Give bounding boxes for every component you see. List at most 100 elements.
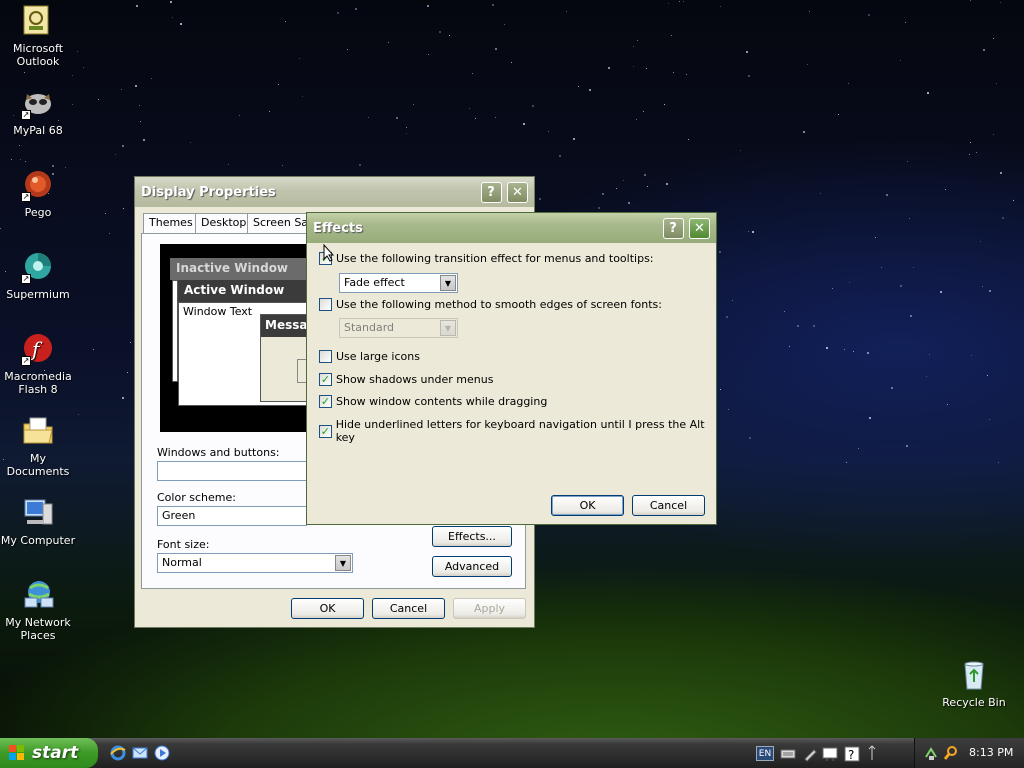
star xyxy=(633,46,634,47)
star xyxy=(849,282,850,283)
close-button[interactable]: ✕ xyxy=(507,181,528,203)
star xyxy=(123,208,124,209)
chevron-down-icon[interactable]: ▼ xyxy=(335,555,351,571)
clock[interactable]: 8:13 PM xyxy=(969,746,1013,759)
star xyxy=(109,233,110,234)
checkbox-label: Show window contents while dragging xyxy=(336,395,548,408)
star xyxy=(469,108,470,109)
star xyxy=(548,131,549,132)
star xyxy=(616,188,617,189)
help-button[interactable]: ? xyxy=(480,181,502,203)
transition-effect-dropdown[interactable]: Fade effect ▼ xyxy=(339,273,458,293)
star xyxy=(269,111,270,112)
star xyxy=(647,186,648,187)
desktop-icon-recycle-bin[interactable]: Recycle Bin xyxy=(936,658,1012,709)
star xyxy=(406,133,407,134)
star xyxy=(940,291,942,293)
desktop-icon-outlook[interactable]: Microsoft Outlook xyxy=(0,4,76,68)
effects-dialog: Effects ? ✕ ✓ Use the following transiti… xyxy=(306,212,717,525)
desktop-icon-pego[interactable]: ↗ Pego xyxy=(0,168,76,219)
star xyxy=(853,351,854,352)
star xyxy=(566,11,567,12)
large-icons-checkbox[interactable]: Use large icons xyxy=(319,350,420,363)
checkbox-box[interactable] xyxy=(319,298,332,311)
star xyxy=(20,159,21,160)
star xyxy=(83,67,84,68)
smooth-method-value: Standard xyxy=(344,321,395,334)
effects-titlebar[interactable]: Effects ? ✕ xyxy=(307,213,716,243)
recycle-bin-icon xyxy=(957,658,991,692)
star xyxy=(0,228,1,229)
media-player-icon[interactable] xyxy=(154,745,170,761)
display-properties-titlebar[interactable]: Display Properties ? ✕ xyxy=(135,177,534,207)
star xyxy=(906,445,908,447)
star xyxy=(170,1,172,3)
mouse-cursor-icon xyxy=(323,244,335,262)
desktop-icon-mypal[interactable]: ↗ MyPal 68 xyxy=(0,86,76,137)
hide-underlines-checkbox[interactable]: ✓ Hide underlined letters for keyboard n… xyxy=(319,418,716,444)
apply-button[interactable]: Apply xyxy=(453,598,526,619)
windows-buttons-dropdown[interactable] xyxy=(157,461,307,481)
expand-options-icon[interactable] xyxy=(866,744,878,762)
close-button[interactable]: ✕ xyxy=(689,217,710,239)
star xyxy=(726,316,728,318)
star xyxy=(987,375,988,376)
drag-contents-checkbox[interactable]: ✓ Show window contents while dragging xyxy=(319,395,547,408)
star xyxy=(643,111,644,112)
desktop-icon-network-places[interactable]: My Network Places xyxy=(0,578,76,642)
star xyxy=(439,31,441,33)
checkbox-box[interactable]: ✓ xyxy=(319,424,332,438)
chevron-down-icon[interactable]: ▼ xyxy=(440,275,456,291)
star xyxy=(970,0,971,1)
star xyxy=(947,404,948,405)
search-icon[interactable] xyxy=(943,745,959,761)
checkbox-box[interactable]: ✓ xyxy=(319,373,332,386)
tab-desktop[interactable]: Desktop xyxy=(195,213,253,233)
mypal-icon: ↗ xyxy=(21,86,55,120)
star xyxy=(909,218,910,219)
star xyxy=(105,213,106,214)
monitor-icon[interactable] xyxy=(822,746,838,762)
menu-shadows-checkbox[interactable]: ✓ Show shadows under menus xyxy=(319,373,493,386)
star xyxy=(151,78,152,79)
star xyxy=(980,241,981,242)
color-scheme-dropdown[interactable]: Green xyxy=(157,506,307,526)
help-icon[interactable]: ? xyxy=(844,746,860,762)
pen-icon[interactable] xyxy=(802,746,818,762)
star xyxy=(368,117,369,118)
checkbox-box[interactable] xyxy=(319,350,332,363)
ok-button[interactable]: OK xyxy=(291,598,364,619)
keyboard-icon[interactable] xyxy=(780,746,796,762)
effects-cancel-button[interactable]: Cancel xyxy=(632,495,705,516)
desktop-icon-flash[interactable]: f ↗ Macromedia Flash 8 xyxy=(0,332,76,396)
smooth-edges-checkbox[interactable]: Use the following method to smooth edges… xyxy=(319,298,662,311)
star xyxy=(121,89,122,90)
effects-ok-button[interactable]: OK xyxy=(551,495,624,516)
window-title: Display Properties xyxy=(141,184,276,200)
system-tray: 8:13 PM xyxy=(914,738,1024,768)
network-tray-icon[interactable] xyxy=(923,745,939,761)
help-button[interactable]: ? xyxy=(662,217,684,239)
effects-button[interactable]: Effects... xyxy=(432,526,512,547)
star xyxy=(93,349,94,350)
advanced-button[interactable]: Advanced xyxy=(432,556,512,577)
star xyxy=(749,437,751,439)
star xyxy=(875,237,876,238)
star xyxy=(740,150,741,151)
star xyxy=(646,68,647,69)
font-size-label: Font size: xyxy=(157,538,210,551)
language-indicator[interactable]: EN xyxy=(756,746,774,761)
star xyxy=(820,193,821,194)
font-size-dropdown[interactable]: Normal ▼ xyxy=(157,553,353,573)
desktop-icon-my-computer[interactable]: My Computer xyxy=(0,496,76,547)
tab-themes[interactable]: Themes xyxy=(143,213,199,233)
checkbox-box[interactable]: ✓ xyxy=(319,395,332,408)
desktop-icon-my-documents[interactable]: My Documents xyxy=(0,414,76,478)
start-button[interactable]: start xyxy=(0,738,98,768)
star xyxy=(539,198,541,200)
cancel-button[interactable]: Cancel xyxy=(372,598,445,619)
outlook-express-icon[interactable] xyxy=(132,745,148,761)
ie-icon[interactable] xyxy=(110,745,126,761)
transition-effect-checkbox[interactable]: ✓ Use the following transition effect fo… xyxy=(319,252,654,265)
desktop-icon-supermium[interactable]: ↗ Supermium xyxy=(0,250,76,301)
